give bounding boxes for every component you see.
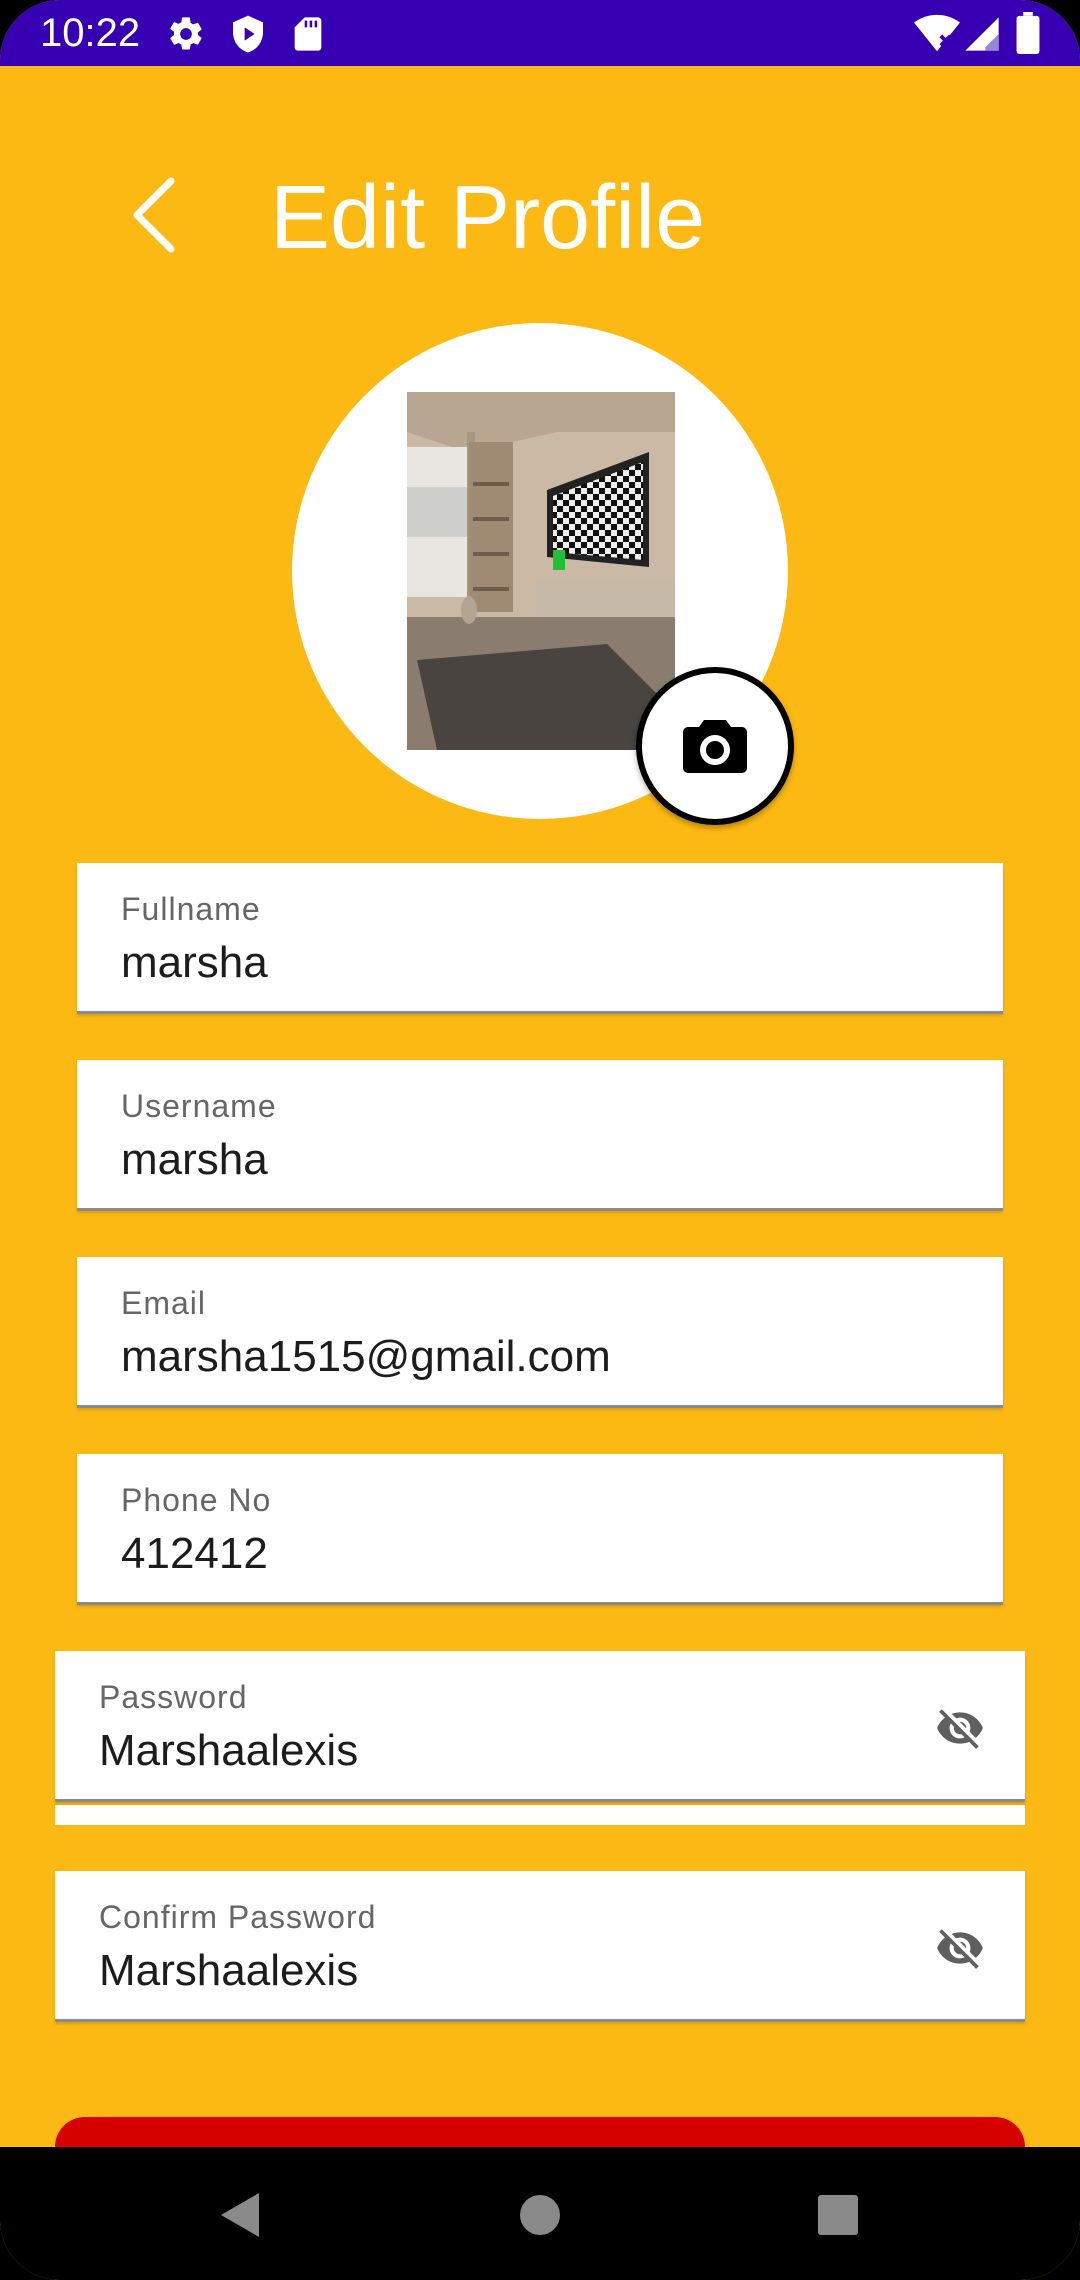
wifi-icon — [914, 14, 960, 52]
back-button[interactable] — [100, 160, 210, 270]
email-label: Email — [121, 1285, 207, 1321]
page-title: Edit Profile — [270, 168, 706, 268]
back-triangle-icon — [221, 2193, 259, 2237]
password-field[interactable]: Password Marshaalexis — [55, 1651, 1025, 1802]
profile-photo[interactable] — [407, 392, 675, 750]
chevron-left-icon — [133, 177, 175, 253]
confirm-password-field[interactable]: Confirm Password Marshaalexis — [55, 1871, 1025, 2022]
phone-field[interactable]: Phone No 412412 — [77, 1454, 1003, 1605]
eye-off-icon — [937, 1929, 983, 1969]
battery-icon — [1016, 12, 1040, 54]
password-label: Password — [99, 1679, 248, 1715]
signal-icon — [965, 17, 999, 51]
password-visibility-toggle[interactable] — [925, 1693, 995, 1763]
change-photo-button[interactable] — [636, 667, 794, 825]
password-value[interactable]: Marshaalexis — [99, 1725, 358, 1777]
email-field[interactable]: Email marsha1515@gmail.com — [77, 1257, 1003, 1408]
fullname-field[interactable]: Fullname marsha — [77, 863, 1003, 1014]
username-field[interactable]: Username marsha — [77, 1060, 1003, 1211]
confirm-password-visibility-toggle[interactable] — [925, 1913, 995, 1983]
room-image — [407, 392, 675, 750]
confirm-password-value[interactable]: Marshaalexis — [99, 1945, 358, 1997]
nav-back-button[interactable] — [200, 2175, 280, 2255]
app-header: Edit Profile — [0, 150, 1080, 290]
eye-off-icon — [937, 1709, 983, 1749]
home-circle-icon — [520, 2195, 560, 2235]
username-value[interactable]: marsha — [121, 1134, 268, 1186]
phone-value[interactable]: 412412 — [121, 1528, 268, 1580]
nav-home-button[interactable] — [500, 2175, 580, 2255]
phone-label: Phone No — [121, 1482, 272, 1518]
recents-square-icon — [818, 2195, 858, 2235]
settings-icon — [170, 17, 202, 50]
shield-icon — [233, 15, 263, 53]
confirm-password-label: Confirm Password — [99, 1899, 377, 1935]
email-value[interactable]: marsha1515@gmail.com — [121, 1331, 611, 1383]
navigation-bar — [0, 2147, 1080, 2280]
sd-card-icon — [294, 17, 322, 51]
camera-icon — [683, 720, 747, 773]
nav-recents-button[interactable] — [798, 2175, 878, 2255]
edit-profile-screen: 10:22 Edit Profile Fullname marsha Usern… — [0, 0, 1080, 2280]
fullname-label: Fullname — [121, 891, 261, 927]
fullname-value[interactable]: marsha — [121, 937, 268, 989]
password-helper-area — [55, 1805, 1025, 1825]
status-time: 10:22 — [40, 11, 141, 55]
username-label: Username — [121, 1088, 277, 1124]
status-bar: 10:22 — [0, 0, 1080, 66]
